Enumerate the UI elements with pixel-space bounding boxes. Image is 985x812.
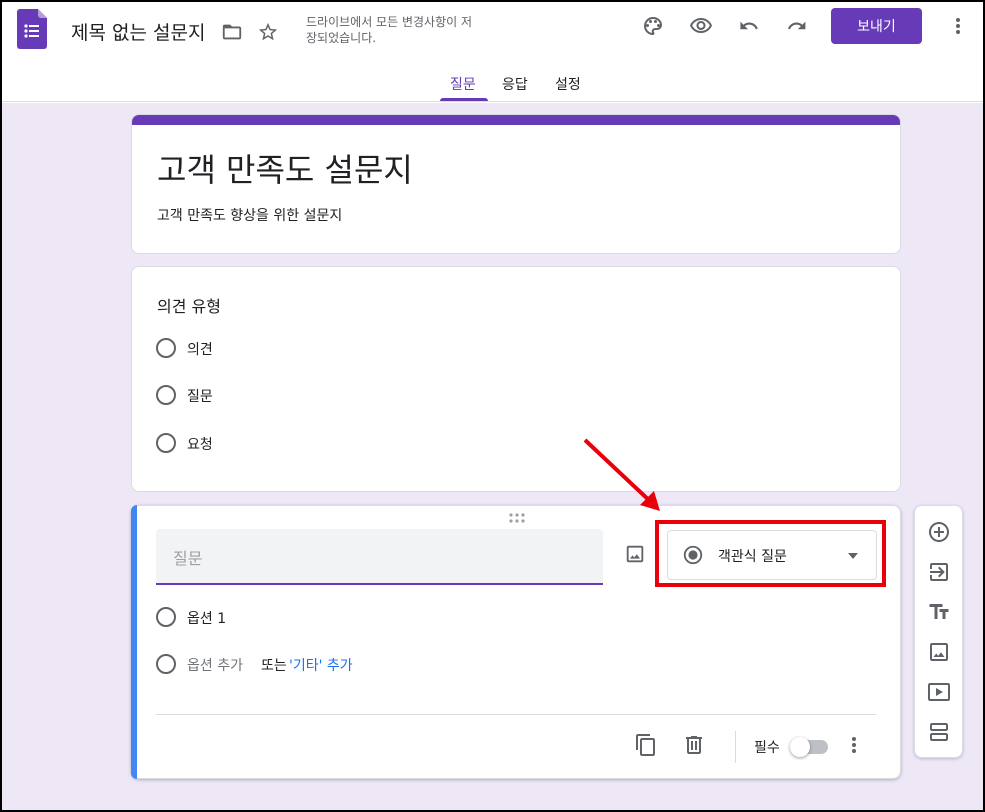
- delete-icon[interactable]: [682, 733, 706, 757]
- add-option-link[interactable]: 옵션 추가: [187, 655, 243, 675]
- redo-icon[interactable]: [785, 14, 809, 38]
- or-text: 또는: [261, 658, 287, 674]
- question-card[interactable]: 의견 유형 의견 질문 요청: [131, 266, 901, 492]
- tab-settings[interactable]: 설정: [555, 74, 581, 94]
- option-label[interactable]: 요청: [187, 434, 213, 454]
- tab-responses[interactable]: 응답: [502, 74, 528, 94]
- preview-eye-icon[interactable]: [689, 14, 713, 38]
- star-icon[interactable]: [257, 21, 279, 43]
- editor-tabs: 질문 응답 설정: [0, 62, 985, 102]
- floating-toolbar: [914, 505, 963, 758]
- active-tab-indicator: [440, 98, 488, 101]
- form-title-card[interactable]: 고객 만족도 설문지 고객 만족도 향상을 위한 설문지: [131, 114, 901, 254]
- add-section-icon[interactable]: [927, 720, 951, 744]
- duplicate-icon[interactable]: [634, 733, 658, 757]
- radio-button: [156, 654, 176, 674]
- required-label: 필수: [754, 740, 780, 756]
- active-card-indicator: [131, 505, 137, 779]
- add-other-link[interactable]: '기타' 추가: [289, 655, 353, 675]
- folder-icon[interactable]: [221, 21, 243, 43]
- card-footer-divider: [156, 714, 876, 715]
- add-video-icon[interactable]: [927, 680, 951, 704]
- footer-vertical-divider: [735, 731, 736, 763]
- question-title[interactable]: 의견 유형: [157, 293, 221, 317]
- tab-questions[interactable]: 질문: [450, 74, 476, 94]
- title-card-accent-bar: [132, 115, 900, 125]
- question-title-input[interactable]: 질문: [156, 529, 603, 585]
- form-title[interactable]: 고객 만족도 설문지: [157, 145, 413, 191]
- radio-button: [156, 338, 176, 358]
- option-input[interactable]: 옵션 1: [187, 608, 226, 628]
- option-label[interactable]: 의견: [187, 339, 213, 359]
- app-header: 제목 없는 설문지 드라이브에서 모든 변경사항이 저장되었습니다. 보내기 질…: [0, 0, 985, 102]
- add-image-icon[interactable]: [624, 543, 646, 565]
- radio-button: [156, 385, 176, 405]
- more-vert-icon[interactable]: [946, 14, 970, 38]
- toggle-knob: [790, 737, 810, 757]
- annotation-highlight-box: [655, 520, 886, 587]
- add-image-icon[interactable]: [927, 640, 951, 664]
- import-questions-icon[interactable]: [927, 560, 951, 584]
- form-description[interactable]: 고객 만족도 향상을 위한 설문지: [157, 205, 342, 225]
- undo-icon[interactable]: [737, 14, 761, 38]
- document-title[interactable]: 제목 없는 설문지: [71, 18, 205, 45]
- more-vert-icon[interactable]: [842, 733, 866, 757]
- radio-button: [156, 607, 176, 627]
- palette-icon[interactable]: [641, 14, 665, 38]
- required-toggle[interactable]: [790, 737, 828, 757]
- drag-handle-icon[interactable]: [508, 512, 526, 524]
- add-question-icon[interactable]: [927, 520, 951, 544]
- add-title-text-icon[interactable]: [927, 600, 951, 624]
- forms-logo-icon[interactable]: [17, 9, 47, 49]
- save-status: 드라이브에서 모든 변경사항이 저장되었습니다.: [306, 15, 473, 45]
- send-button[interactable]: 보내기: [831, 8, 922, 44]
- annotation-arrow: [583, 438, 660, 511]
- option-label[interactable]: 질문: [187, 386, 213, 406]
- radio-button: [156, 433, 176, 453]
